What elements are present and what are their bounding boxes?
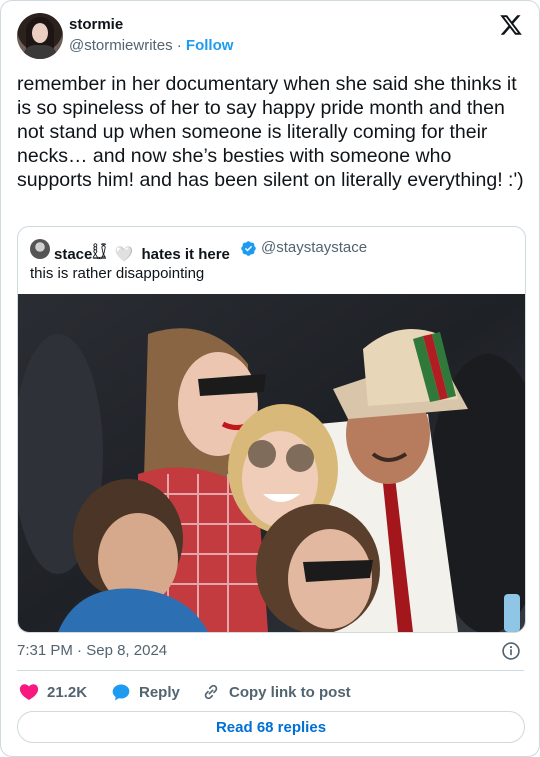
reply-button[interactable]: Reply: [111, 681, 180, 703]
like-button[interactable]: 21.2K: [19, 681, 87, 703]
handle-separator: ·: [176, 37, 182, 54]
like-count: 21.2K: [47, 683, 88, 701]
copy-link-label: Copy link to post: [229, 683, 351, 701]
copy-link-button[interactable]: Copy link to post: [201, 681, 351, 703]
tweet-card: stormie @stormiewrites · Follow remember…: [0, 0, 540, 757]
quoted-author-name: stace𓏀 🤍 hates it here: [54, 239, 230, 264]
read-replies-button[interactable]: Read 68 replies: [17, 711, 525, 743]
follow-button[interactable]: Follow: [186, 37, 234, 54]
timestamp[interactable]: 7:31 PM · Sep 8, 2024: [17, 642, 167, 659]
tweet-text: remember in her documentary when she sai…: [17, 73, 524, 191]
footer-divider: [17, 670, 524, 671]
quoted-name-suffix: hates it here: [141, 246, 230, 263]
link-icon: [204, 684, 218, 700]
time-separator: ·: [77, 642, 83, 659]
verified-badge-icon: [241, 241, 256, 256]
tweet-date[interactable]: Sep 8, 2024: [86, 642, 167, 659]
author-name[interactable]: stormie: [69, 16, 123, 33]
quoted-tweet-photo[interactable]: [18, 294, 525, 632]
quoted-tweet[interactable]: stace𓏀 🤍 hates it here @staystaystace th…: [17, 226, 526, 633]
x-logo-icon[interactable]: [499, 13, 523, 37]
info-icon[interactable]: [501, 641, 521, 661]
quoted-author-handle: @staystaystace: [261, 239, 368, 256]
author-handle-row: @stormiewrites · Follow: [69, 37, 233, 54]
quoted-name-prefix: stace𓏀: [54, 246, 107, 263]
reply-bubble-icon: [112, 684, 130, 701]
author-avatar[interactable]: [17, 13, 63, 59]
white-heart-icon: 🤍: [114, 246, 134, 263]
heart-icon: [19, 684, 39, 700]
tweet-time[interactable]: 7:31 PM: [17, 642, 73, 659]
quoted-tweet-text: this is rather disappointing: [30, 265, 205, 282]
quoted-author-avatar: [30, 239, 50, 259]
reply-label: Reply: [139, 683, 180, 701]
author-handle[interactable]: @stormiewrites: [69, 37, 173, 54]
